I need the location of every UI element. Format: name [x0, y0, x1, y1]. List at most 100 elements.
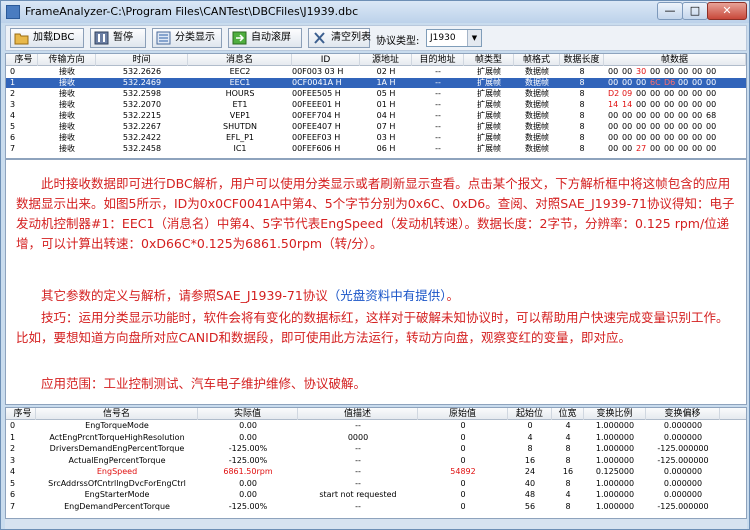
- frame-row[interactable]: 3 接收 532.2070 ET1 00FEEE01 H 01 H -- 扩展帧 数据帧 8 14 1…: [6, 100, 746, 110]
- frame-col-frame-type[interactable]: 帧类型: [464, 54, 514, 66]
- signal-cell-scale: 1.000000: [595, 421, 635, 430]
- signal-cell-raw-value: 0: [460, 432, 466, 442]
- signal-cell-offset: 0.000000: [663, 432, 703, 442]
- signal-row[interactable]: 6 EngStarterMode 0.00 start not requested 0 4…: [6, 490, 746, 500]
- maximize-button[interactable]: □: [682, 2, 708, 20]
- signal-col-actual-value[interactable]: 实际值: [198, 408, 298, 420]
- classify-display-button[interactable]: 分类显示: [152, 28, 222, 48]
- signal-row[interactable]: 0 EngTorqueMode 0.00 -- 0 0 4 1.000000 0.000000: [6, 421, 746, 431]
- signal-cell-actual-value: 0.00: [239, 432, 257, 442]
- signal-cell-scale: 0.125000: [595, 467, 635, 476]
- frame-cell-frame-format: 数据帧: [525, 67, 549, 76]
- frame-data-byte: 00: [650, 100, 661, 109]
- signal-col-bit-width[interactable]: 位宽: [552, 408, 584, 420]
- signal-cell-offset: -125.000000: [657, 455, 709, 465]
- frame-cell-frame-type: 扩展帧: [477, 89, 501, 98]
- frame-row[interactable]: 7 接收 532.2458 IC1 00FEF606 H 06 H -- 扩展帧 数据帧 8 00 0…: [6, 144, 746, 154]
- signal-row[interactable]: 7 EngDemandPercentTorque -125.00% -- 0 56 8 1.0…: [6, 502, 746, 512]
- frame-cell-id: 00FEE505 H: [292, 89, 341, 98]
- frame-col-direction[interactable]: 传输方向: [38, 54, 96, 66]
- signal-col-value-description[interactable]: 值描述: [298, 408, 418, 420]
- frame-row[interactable]: 4 接收 532.2215 VEP1 00FEF704 H 04 H -- 扩展帧 数据帧 8 00…: [6, 111, 746, 121]
- signal-col-signal-name[interactable]: 信号名: [36, 408, 198, 420]
- frame-row[interactable]: 6 接收 532.2422 EFL_P1 00FEEF03 H 03 H -- 扩展帧 数据帧 8…: [6, 133, 746, 143]
- frame-cell-frame-type: 扩展帧: [477, 133, 501, 142]
- signal-col-start-bit[interactable]: 起始位: [508, 408, 552, 420]
- clear-list-button[interactable]: 清空列表: [308, 28, 371, 48]
- frame-data-byte: 30: [636, 67, 647, 76]
- frame-row[interactable]: 0 接收 532.2626 EEC2 00F003 03 H 02 H -- 扩展帧 数据帧 8 0…: [6, 67, 746, 77]
- frame-col-id[interactable]: ID: [292, 54, 360, 66]
- frame-cell-id: 00F003 03 H: [292, 67, 344, 76]
- signal-cell-offset: -125.000000: [657, 444, 709, 453]
- signal-col-offset[interactable]: 变换偏移: [646, 408, 720, 420]
- signal-cell-bit-width: 4: [565, 490, 571, 499]
- signal-row[interactable]: 3 ActualEngPercentTorque -125.00% -- 0 16 8 1.0…: [6, 456, 746, 466]
- signal-cell-raw-value: 0: [460, 455, 466, 465]
- frame-data-byte: 09: [622, 89, 633, 98]
- frame-col-source-address[interactable]: 源地址: [360, 54, 412, 66]
- classify-icon: [156, 31, 171, 45]
- signal-row[interactable]: 1 ActEngPrcntTorqueHighResolution 0.00 0000…: [6, 433, 746, 443]
- frame-cell-time: 532.2267: [122, 122, 162, 131]
- frame-list-table[interactable]: 序号 传输方向 时间 消息名 ID 源地址 目的地址 帧类型 帧格式 数据长度 帧数据 0 接收 532…: [5, 53, 747, 159]
- frame-cell-frame-format: 数据帧: [525, 100, 549, 109]
- signal-row[interactable]: 2 DriversDemandEngPercentTorque -125.00% --…: [6, 444, 746, 454]
- frame-row[interactable]: 1 接收 532.2469 EEC1 0CF0041A H 1A H -- 扩展帧 数据帧 8 00…: [6, 78, 746, 88]
- signal-col-raw-value[interactable]: 原始值: [418, 408, 508, 420]
- chevron-down-icon[interactable]: ▼: [467, 30, 481, 46]
- frame-data-byte: 00: [678, 100, 689, 109]
- frame-data-byte: 00: [608, 122, 619, 131]
- protocol-type-value: J1930: [430, 33, 456, 43]
- signal-cell-start-bit: 8: [527, 444, 533, 453]
- signal-cell-value-description: start not requested: [319, 490, 397, 499]
- frame-data-byte: 00: [678, 78, 689, 87]
- frame-col-data-length[interactable]: 数据长度: [560, 54, 604, 66]
- frame-row[interactable]: 2 接收 532.2598 HOURS 00FEE505 H 05 H -- 扩展帧 数据帧 8 D…: [6, 89, 746, 99]
- frame-col-time[interactable]: 时间: [96, 54, 188, 66]
- frame-data-byte: 00: [664, 133, 675, 142]
- signal-cell-offset: 0.000000: [663, 490, 703, 499]
- frame-data-byte: 00: [664, 100, 675, 109]
- frame-data-byte: 00: [692, 111, 703, 120]
- load-dbc-button[interactable]: 加载DBC: [10, 28, 84, 48]
- signal-cell-scale: 1.000000: [595, 455, 635, 465]
- signal-list-table[interactable]: 序号 信号名 实际值 值描述 原始值 起始位 位宽 变换比例 变换偏移 0 EngTorqueMo…: [5, 407, 747, 519]
- protocol-type-select[interactable]: J1930 ▼: [426, 29, 482, 47]
- frame-data-byte: 00: [650, 89, 661, 98]
- auto-scroll-button[interactable]: 自动滚屏: [228, 28, 302, 48]
- signal-row[interactable]: 5 SrcAddrssOfCntrllngDvcForEngCtrl 0.00 -- 0…: [6, 479, 746, 489]
- signal-cell-actual-value: 0.00: [239, 421, 257, 430]
- frame-cell-message-name: VEP1: [229, 111, 251, 120]
- close-button[interactable]: ✕: [707, 2, 747, 20]
- signal-cell-idx: 7: [10, 501, 16, 511]
- frame-cell-data-length: 8: [579, 133, 585, 142]
- frame-col-frame-data[interactable]: 帧数据: [604, 54, 746, 66]
- minimize-button[interactable]: —: [657, 2, 683, 20]
- article-paragraph-2-end: 。: [446, 288, 460, 303]
- frame-col-idx[interactable]: 序号: [10, 54, 38, 66]
- frame-cell-frame-format: 数据帧: [525, 122, 549, 131]
- frame-data-byte: 00: [678, 133, 689, 142]
- frame-cell-idx: 6: [10, 133, 16, 142]
- frame-col-message-name[interactable]: 消息名: [188, 54, 292, 66]
- frame-data-byte: 00: [636, 133, 647, 142]
- frame-cell-source-address: 1A H: [376, 78, 396, 87]
- signal-cell-scale: 1.000000: [595, 444, 635, 453]
- signal-cell-idx: 4: [10, 467, 16, 476]
- frame-data-byte: 00: [608, 78, 619, 87]
- frame-row[interactable]: 5 接收 532.2267 SHUTDN 00FEE407 H 07 H -- 扩展帧 数据帧 8…: [6, 122, 746, 132]
- frame-cell-source-address: 04 H: [376, 111, 396, 120]
- signal-cell-start-bit: 0: [527, 421, 533, 430]
- signal-cell-raw-value: 0: [460, 421, 466, 430]
- frame-col-dest-address[interactable]: 目的地址: [412, 54, 464, 66]
- auto-scroll-icon: [232, 31, 247, 45]
- frame-col-frame-format[interactable]: 帧格式: [514, 54, 560, 66]
- signal-row[interactable]: 4 EngSpeed 6861.50rpm -- 54892 24 16 0.125000 0.…: [6, 467, 746, 477]
- frame-cell-dest-address: --: [435, 122, 441, 131]
- signal-col-idx[interactable]: 序号: [10, 408, 36, 420]
- frame-cell-message-name: EFL_P1: [225, 133, 255, 142]
- title-bar[interactable]: FrameAnalyzer-C:\Program Files\CANTest\D…: [1, 1, 749, 23]
- pause-button[interactable]: 暂停: [90, 28, 146, 48]
- signal-col-scale[interactable]: 变换比例: [584, 408, 646, 420]
